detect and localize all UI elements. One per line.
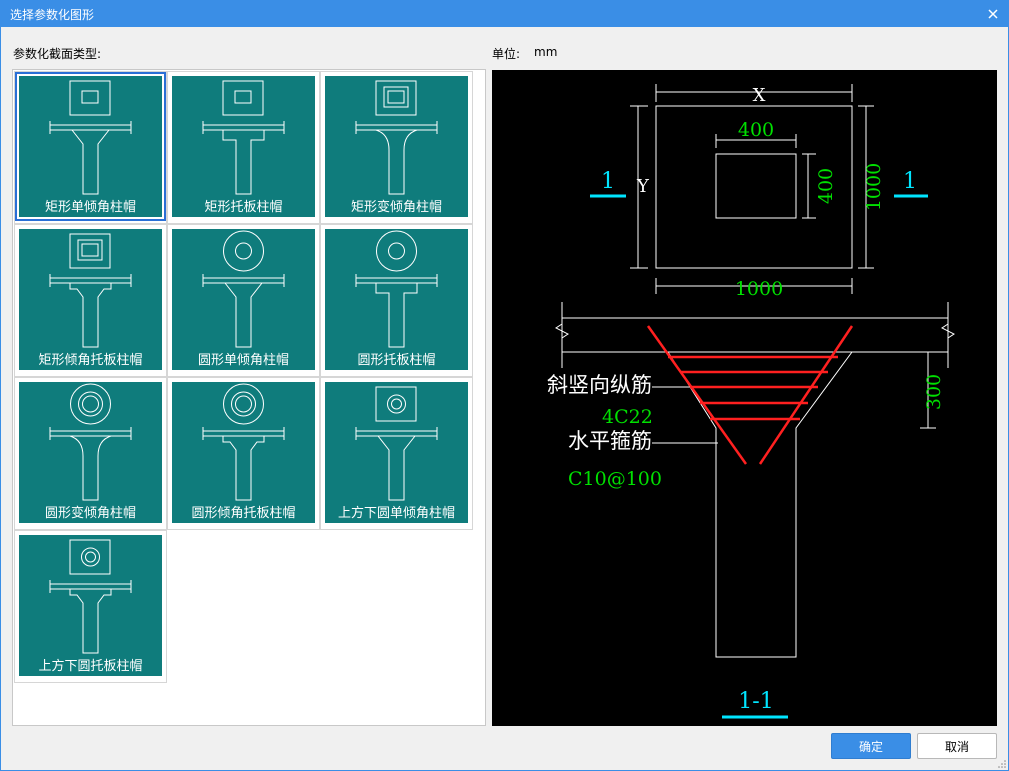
- hole-width-dim: 400: [738, 119, 774, 141]
- gallery-item-label: 圆形单倾角柱帽: [197, 353, 289, 368]
- hole-height-dim: 400: [815, 168, 837, 204]
- window-title: 选择参数化图形: [10, 8, 95, 22]
- gallery-item[interactable]: 矩形托板柱帽: [167, 71, 320, 224]
- unit-value: mm: [534, 45, 558, 59]
- resize-grip-icon[interactable]: [998, 760, 1006, 768]
- thumbnail: 矩形变倾角柱帽: [325, 76, 468, 217]
- label-vertical-bars: 斜竖向纵筋: [547, 373, 652, 397]
- section-title: 1-1: [738, 689, 773, 714]
- thumbnail: 圆形托板柱帽: [325, 229, 468, 370]
- gallery-item[interactable]: 矩形倾角托板柱帽: [14, 224, 167, 377]
- gallery-item[interactable]: 圆形变倾角柱帽: [14, 377, 167, 530]
- gallery-item-label: 圆形变倾角柱帽: [44, 506, 136, 521]
- gallery-item-label: 矩形托板柱帽: [204, 200, 283, 215]
- gallery-item[interactable]: 圆形单倾角柱帽: [167, 224, 320, 377]
- preview-panel: X Y 400 400 1000 1000 1 1 300 斜竖向纵筋 4C22…: [492, 70, 997, 726]
- title-bar: 选择参数化图形: [0, 0, 1009, 27]
- shape-gallery: 矩形单倾角柱帽 矩形托板柱帽 矩形变倾角柱帽矩形倾角托板柱帽 圆形单倾角柱帽 圆形托板柱…: [12, 69, 486, 726]
- thumbnail: 上方下圆单倾角柱帽: [325, 382, 468, 523]
- thumbnail: 上方下圆托板柱帽: [19, 535, 162, 676]
- section-mark-left: 1: [601, 169, 615, 194]
- gallery-item[interactable]: 圆形托板柱帽: [320, 224, 473, 377]
- preview-drawing: X Y 400 400 1000 1000 1 1 300 斜竖向纵筋 4C22…: [547, 84, 955, 719]
- gallery-item-label: 矩形单倾角柱帽: [44, 200, 136, 215]
- thumbnail: 矩形倾角托板柱帽: [19, 229, 162, 370]
- ok-button[interactable]: 确定: [831, 733, 911, 759]
- close-icon: [988, 8, 998, 19]
- gallery-item[interactable]: 圆形倾角托板柱帽: [167, 377, 320, 530]
- gallery-item-label: 圆形倾角托板柱帽: [191, 506, 296, 521]
- label-stirrups: 水平箍筋: [568, 429, 652, 453]
- gallery-item-label: 矩形倾角托板柱帽: [38, 353, 143, 368]
- unit-label: 单位:: [492, 47, 521, 61]
- outer-width-dim: 1000: [735, 278, 783, 300]
- close-button[interactable]: [977, 0, 1009, 27]
- gallery-item[interactable]: 上方下圆单倾角柱帽: [320, 377, 473, 530]
- plan-x-label: X: [753, 85, 766, 106]
- cancel-button[interactable]: 取消: [917, 733, 997, 759]
- plan-view: [630, 84, 874, 294]
- thumbnail: 矩形单倾角柱帽: [15, 72, 166, 221]
- plan-hole: [715, 153, 797, 219]
- gallery-item[interactable]: 矩形单倾角柱帽: [14, 71, 167, 224]
- cap-depth-dim: 300: [923, 374, 945, 410]
- thumbnail: 圆形变倾角柱帽: [19, 382, 162, 523]
- thumbnail: 圆形倾角托板柱帽: [172, 382, 315, 523]
- gallery-item-label: 上方下圆托板柱帽: [38, 659, 143, 674]
- gallery-item[interactable]: 矩形变倾角柱帽: [320, 71, 473, 224]
- outer-height-dim: 1000: [863, 163, 885, 211]
- vertical-bars-spec: 4C22: [602, 406, 653, 428]
- gallery-item-label: 上方下圆单倾角柱帽: [337, 506, 455, 521]
- thumbnail: 矩形托板柱帽: [172, 76, 315, 217]
- gallery-item[interactable]: 上方下圆托板柱帽: [14, 530, 167, 683]
- thumbnail: 圆形单倾角柱帽: [172, 229, 315, 370]
- gallery-item-label: 矩形变倾角柱帽: [350, 200, 442, 215]
- section-mark-right: 1: [903, 169, 917, 194]
- gallery-item-label: 圆形托板柱帽: [357, 353, 436, 368]
- plan-y-label: Y: [636, 176, 650, 197]
- section-type-label: 参数化截面类型:: [13, 47, 102, 61]
- stirrups-spec: C10@100: [568, 468, 662, 490]
